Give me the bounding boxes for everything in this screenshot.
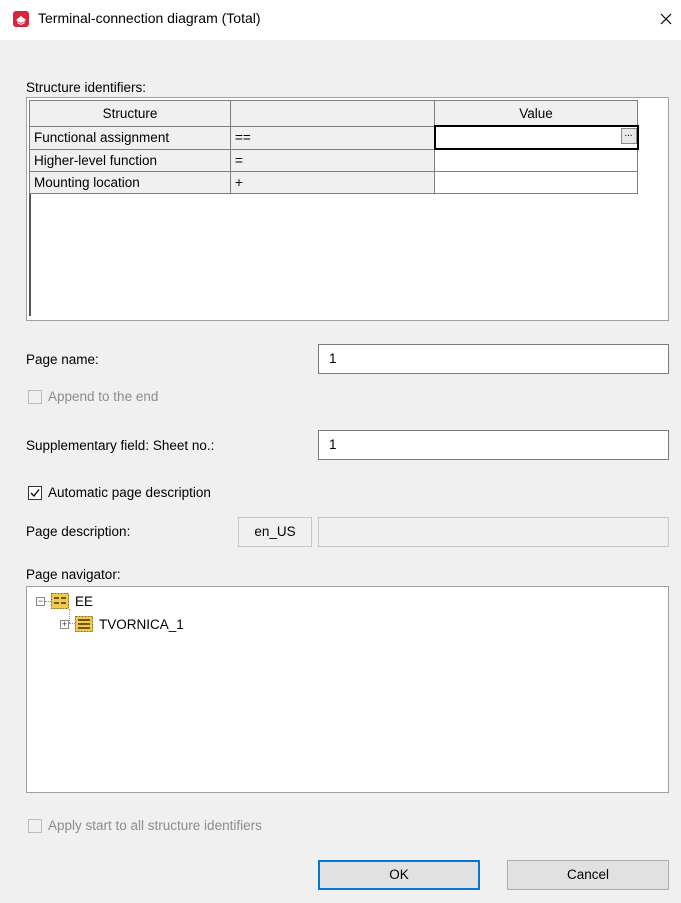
table-header-row: Structure Value (29, 100, 638, 127)
row-name-cell[interactable]: Mounting location (29, 171, 231, 194)
structure-icon (51, 593, 69, 609)
cancel-button[interactable]: Cancel (507, 860, 669, 890)
ok-button[interactable]: OK (318, 860, 480, 890)
tree-node-ee[interactable]: − EE (36, 591, 93, 611)
row-name-cell[interactable]: Functional assignment (29, 125, 231, 150)
window-title: Terminal-connection diagram (Total) (38, 10, 261, 26)
auto-page-description-label: Automatic page description (48, 485, 211, 500)
table-row: Mounting location + (29, 171, 638, 194)
column-header-structure[interactable]: Structure (29, 100, 231, 127)
column-header-value[interactable]: Value (434, 100, 638, 127)
row-name-cell[interactable]: Higher-level function (29, 148, 231, 172)
collapse-icon[interactable]: − (36, 596, 45, 606)
row-value-cell-active[interactable]: ... (433, 125, 639, 150)
sheet-no-label: Supplementary field: Sheet no.: (26, 438, 215, 453)
row-value-cell[interactable] (434, 171, 638, 194)
browse-ellipsis-button[interactable]: ... (620, 128, 636, 144)
page-description-language: en_US (238, 517, 312, 547)
page-navigator-label: Page navigator: (26, 567, 121, 582)
page-name-label: Page name: (26, 352, 99, 367)
sheet-no-input[interactable]: 1 (318, 430, 669, 460)
page-description-input[interactable] (318, 517, 669, 547)
table-row: Higher-level function = (29, 148, 638, 172)
row-prefix-cell[interactable]: == (230, 125, 435, 150)
row-value-cell[interactable] (434, 148, 638, 172)
checkmark-icon (30, 489, 40, 497)
title-bar: Terminal-connection diagram (Total) (0, 0, 681, 40)
apply-start-checkbox[interactable] (28, 819, 42, 833)
structure-identifiers-label: Structure identifiers: (26, 80, 147, 95)
page-description-label: Page description: (26, 524, 131, 539)
column-header-prefix[interactable] (230, 100, 435, 127)
row-prefix-cell[interactable]: = (230, 148, 435, 172)
tree-node-tvornica[interactable]: + TVORNICA_1 (60, 614, 184, 634)
close-button[interactable] (654, 7, 678, 31)
table-row: Functional assignment == ... (29, 125, 639, 150)
structure-grid: Structure Value Functional assignment ==… (29, 100, 639, 194)
tree-node-label: TVORNICA_1 (99, 616, 184, 632)
app-logo-icon (13, 11, 29, 27)
append-to-end-checkbox[interactable] (28, 390, 42, 404)
apply-start-label: Apply start to all structure identifiers (48, 818, 262, 833)
expand-icon[interactable]: + (60, 619, 69, 629)
structure-icon (75, 616, 93, 632)
structure-identifiers-table[interactable]: Structure Value Functional assignment ==… (26, 97, 669, 321)
row-prefix-cell[interactable]: + (230, 171, 435, 194)
tree-node-label: EE (75, 593, 94, 609)
page-navigator-tree[interactable]: − EE + TVORNICA_1 (26, 586, 669, 793)
append-to-end-label: Append to the end (48, 389, 159, 404)
auto-page-description-checkbox[interactable] (28, 486, 42, 500)
page-name-input[interactable]: 1 (318, 344, 669, 374)
close-icon (660, 13, 672, 25)
